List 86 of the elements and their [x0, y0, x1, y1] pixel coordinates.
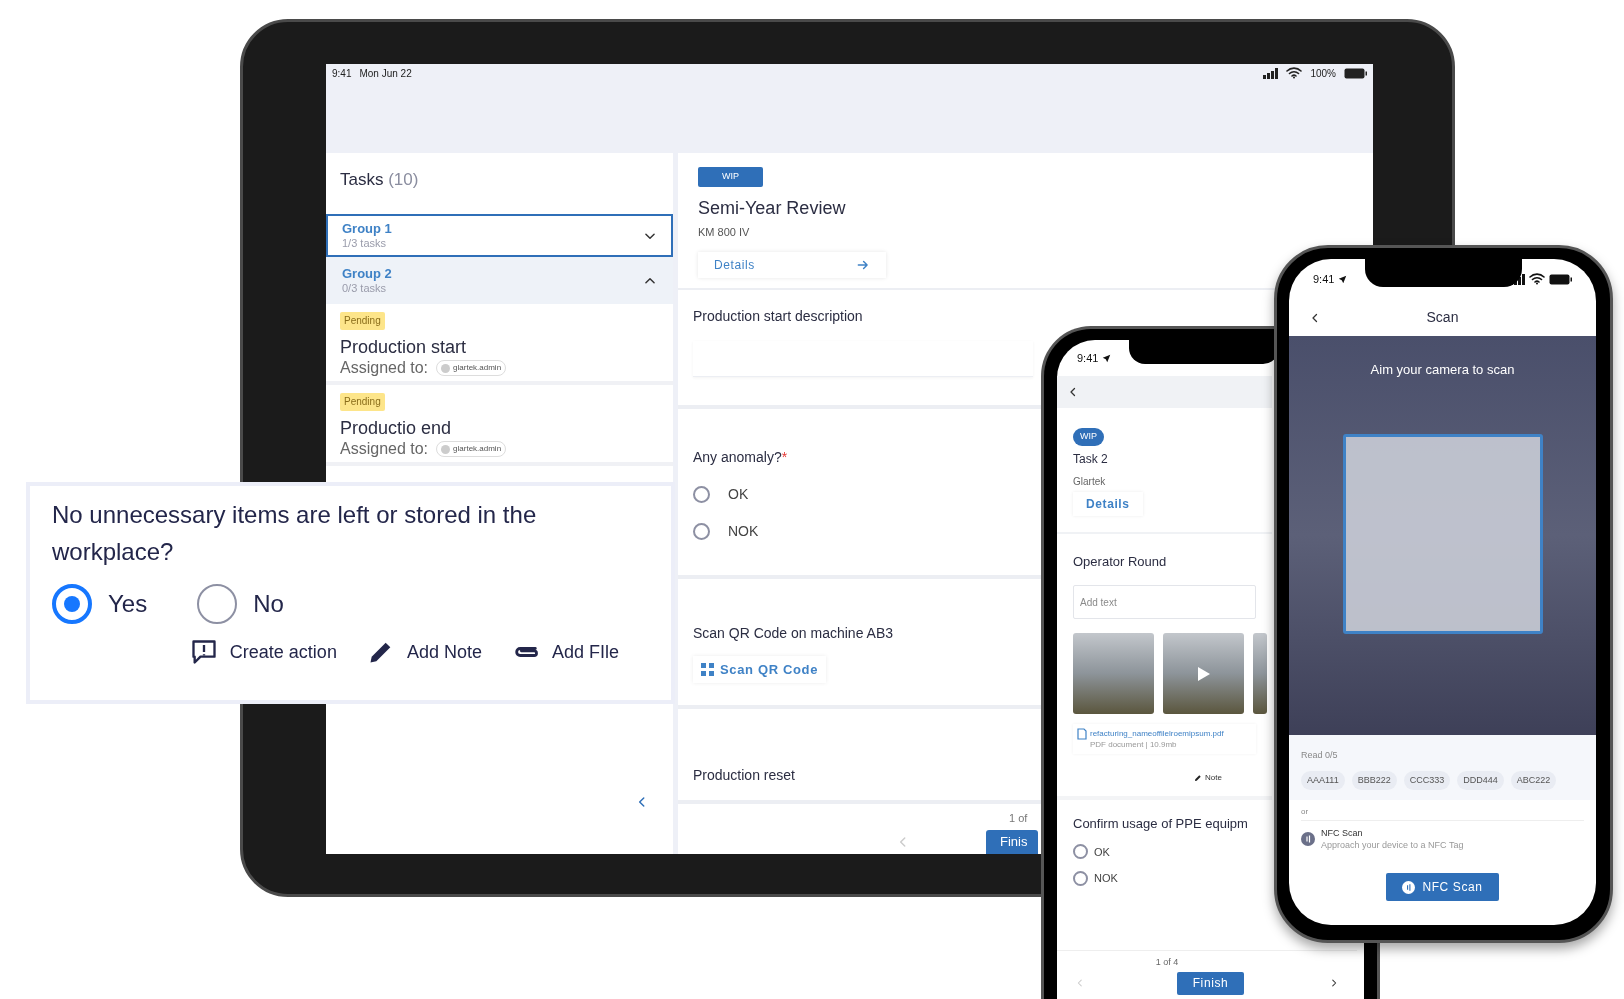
- status-badge: WIP: [698, 167, 763, 187]
- group-row[interactable]: Group 1 1/3 tasks: [326, 214, 673, 257]
- task-title: Production start: [340, 336, 467, 358]
- battery-percent: 100%: [1310, 66, 1336, 81]
- wifi-icon: [1529, 273, 1545, 285]
- nfc-scan-button[interactable]: NFC Scan: [1386, 873, 1499, 901]
- code-chip: BBB222: [1351, 770, 1397, 790]
- radio-label: NOK: [728, 521, 759, 541]
- task-title: Productio end: [340, 417, 452, 439]
- nfc-icon: [1301, 832, 1315, 846]
- status-time: 9:41: [1313, 271, 1335, 287]
- video-thumbnail[interactable]: [1163, 633, 1244, 714]
- radio-label: NOK: [1094, 871, 1118, 886]
- arrow-right-icon: [856, 258, 870, 272]
- nfc-icon: [1402, 880, 1416, 894]
- radio-button[interactable]: [693, 522, 710, 540]
- question-text: No unnecessary items are left or stored in the workplace?: [52, 500, 538, 567]
- field-label: Production start description: [693, 306, 863, 326]
- next-chevron-icon[interactable]: [1329, 977, 1339, 989]
- page-indicator: 1 of 4: [1155, 956, 1179, 969]
- file-meta: PDF document | 10.9mb: [1090, 739, 1178, 750]
- battery-icon: [1549, 273, 1572, 285]
- note-button[interactable]: Note: [1194, 772, 1222, 784]
- separator-label: or: [1301, 806, 1584, 821]
- radio-button[interactable]: [197, 584, 238, 624]
- task-title: Semi-Year Review: [698, 196, 846, 220]
- screen-title: Scan: [1425, 308, 1460, 327]
- details-button[interactable]: Details: [698, 252, 886, 278]
- file-attachment[interactable]: refacturing_nameoffilelroemipsum.pdf PDF document | 10.9mb: [1073, 724, 1256, 754]
- group-name: Group 1: [342, 220, 393, 236]
- action-button[interactable]: Add Note: [366, 638, 482, 666]
- section-title: Operator Round: [1073, 552, 1168, 571]
- status-time: 9:41: [1077, 350, 1099, 366]
- action-button[interactable]: Add FIle: [511, 638, 619, 666]
- status-date: Mon Jun 22: [359, 66, 412, 81]
- group-progress: 1/3 tasks: [342, 236, 388, 251]
- group-progress: 0/3 tasks: [342, 281, 388, 296]
- nfc-description: Approach your device to a NFC Tag: [1321, 839, 1464, 851]
- location-arrow-icon: [1102, 353, 1112, 363]
- battery-icon: [1344, 67, 1367, 79]
- code-chip: CCC333: [1403, 770, 1451, 790]
- task-subtitle: Glartek: [1073, 474, 1106, 489]
- field-label: Any anomaly?*: [693, 447, 788, 467]
- finish-button[interactable]: Finis: [986, 830, 1038, 854]
- assigned-label: Assigned to:: [340, 439, 429, 459]
- pencil-icon: [1194, 774, 1203, 782]
- finish-button[interactable]: Finish: [1177, 971, 1244, 995]
- qr-code-icon: [701, 662, 714, 676]
- field-label: Scan QR Code on machine AB3: [693, 623, 893, 643]
- group-row[interactable]: Group 2 0/3 tasks: [326, 257, 673, 304]
- radio-label: OK: [1094, 844, 1110, 860]
- comment-alert-icon: [189, 638, 218, 666]
- radio-button[interactable]: [52, 584, 92, 624]
- group-name: Group 2: [342, 265, 393, 281]
- avatar-icon: [441, 363, 451, 373]
- signal-icon: [1263, 67, 1279, 79]
- field-label: Production reset: [693, 765, 795, 785]
- task-subtitle: KM 800 IV: [698, 224, 750, 240]
- location-arrow-icon: [1338, 274, 1348, 284]
- file-name: refacturing_nameoffilelroemipsum.pdf: [1090, 728, 1224, 739]
- details-button[interactable]: Details: [1073, 491, 1143, 516]
- scan-qr-button[interactable]: Scan QR Code: [693, 655, 827, 684]
- nfc-title: NFC Scan: [1321, 827, 1364, 839]
- play-icon: [1196, 665, 1211, 682]
- wifi-icon: [1286, 67, 1303, 79]
- code-chip: ABC222: [1510, 770, 1557, 790]
- scan-hint: Aim your camera to scan: [1370, 361, 1515, 379]
- text-field[interactable]: Add text: [1073, 585, 1256, 619]
- radio-button[interactable]: [693, 485, 710, 503]
- code-chip: DDD444: [1457, 770, 1504, 790]
- status-badge: Pending: [340, 393, 385, 411]
- tasks-title: Tasks (10): [339, 169, 420, 191]
- code-chip: AAA111: [1301, 770, 1345, 790]
- section-title: Confirm usage of PPE equipm: [1073, 815, 1249, 833]
- radio-label: Yes: [108, 589, 148, 619]
- avatar-icon: [441, 444, 451, 454]
- status-badge: Pending: [340, 312, 385, 330]
- read-count: Read 0/5: [1301, 749, 1339, 762]
- task-title: Task 2: [1073, 450, 1108, 468]
- radio-label: No: [253, 589, 284, 619]
- pdf-file-icon: [1077, 728, 1087, 740]
- page-indicator: 1 of: [1009, 810, 1028, 826]
- assigned-label: Assigned to:: [340, 358, 429, 378]
- radio-label: OK: [728, 484, 749, 504]
- action-button[interactable]: Create action: [189, 638, 337, 666]
- status-time: 9:41: [332, 66, 352, 81]
